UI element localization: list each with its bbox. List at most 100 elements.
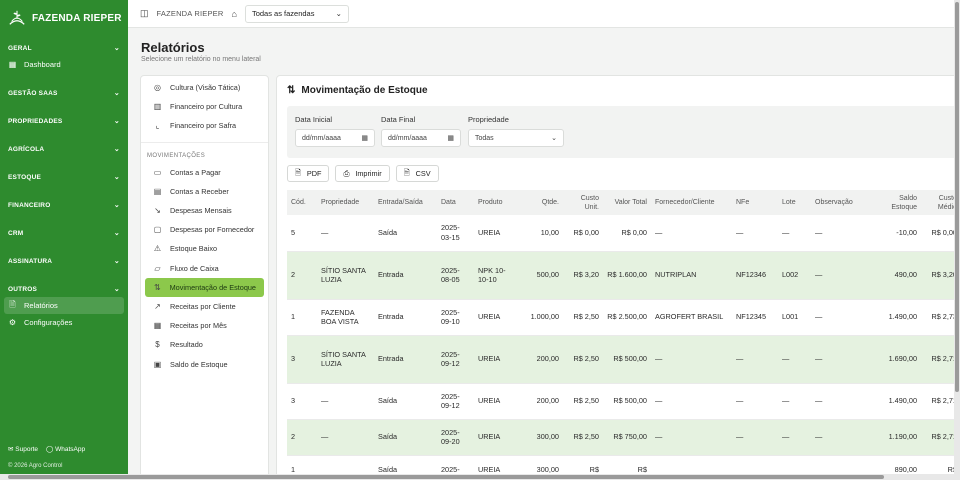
sidebar-item-gear[interactable]: ⚙ Configurações xyxy=(4,314,124,331)
copyright: © 2026 Agro Control xyxy=(8,463,63,469)
column-header[interactable]: Propriedade xyxy=(317,190,374,215)
support-link[interactable]: ✉ Suporte xyxy=(8,445,38,453)
table-row[interactable]: 5— Saída 2025-03-15 UREIA 10,00 R$ 0,00 R$ 0,0… xyxy=(287,215,959,252)
report-menu-item[interactable]: ⇅ Movimentação de Estoque xyxy=(145,277,264,297)
receipt-icon: ▤ xyxy=(153,186,162,196)
column-header[interactable]: Valor Total xyxy=(603,190,651,215)
table-cell: — xyxy=(732,383,778,420)
table-cell: 2025-08-05 xyxy=(437,251,474,300)
table-cell: R$ 2,50 xyxy=(563,335,603,384)
sidebar-section-header[interactable]: OUTROS ⌄ xyxy=(0,281,128,297)
chevron-down-icon: ⌄ xyxy=(113,230,120,237)
printer-icon: ⎙ xyxy=(343,168,350,178)
table-cell: UREIA xyxy=(474,383,518,420)
report-menu-item[interactable]: ▢ Despesas por Fornecedor xyxy=(141,220,268,239)
report-menu-item[interactable]: $ Resultado xyxy=(141,335,268,354)
home-icon[interactable]: ⌂ xyxy=(232,9,237,19)
end-date-label: Data Final xyxy=(381,115,416,124)
horizontal-scrollbar[interactable] xyxy=(0,474,954,480)
sidebar-section-header[interactable]: GESTÃO SAAS ⌄ xyxy=(0,85,128,101)
table-cell: UREIA xyxy=(474,299,518,336)
table-cell: Saída xyxy=(374,215,437,252)
sidebar-item-dashboard[interactable]: ▦ Dashboard xyxy=(4,56,124,73)
table-cell: 2025-09-12 xyxy=(437,335,474,384)
column-header[interactable]: NFe xyxy=(732,190,778,215)
report-menu-item[interactable]: ▭ Contas a Pagar xyxy=(141,163,268,182)
sidebar-section-header[interactable]: GERAL ⌄ xyxy=(0,40,128,56)
report-menu-item[interactable]: ↘ Despesas Mensais xyxy=(141,201,268,220)
column-header[interactable]: Qtde. xyxy=(518,190,563,215)
vertical-scrollbar[interactable] xyxy=(954,0,960,480)
table-cell: 3 xyxy=(287,335,317,384)
report-menu-item[interactable]: ⌞ Financeiro por Safra xyxy=(141,116,268,135)
table-cell: R$ 2,50 xyxy=(563,419,603,456)
end-date-input[interactable]: dd/mm/aaaa ▦ xyxy=(381,129,461,147)
topbar-title: FAZENDA RIEPER xyxy=(156,9,224,18)
report-menu-item[interactable]: ◎ Cultura (Visão Tática) xyxy=(141,78,268,97)
table-cell: — xyxy=(811,419,869,456)
report-menu-item[interactable]: ↗ Receitas por Cliente xyxy=(141,297,268,316)
calendar-icon[interactable]: ▦ xyxy=(361,134,368,142)
sidebar-section-header[interactable]: AGRÍCOLA ⌄ xyxy=(0,141,128,157)
sidebar-item-file[interactable]: 🗎 Relatórios xyxy=(4,297,124,314)
start-date-input[interactable]: dd/mm/aaaa ▦ xyxy=(295,129,375,147)
chevron-down-icon: ⌄ xyxy=(113,174,120,181)
farm-select[interactable]: Todas as fazendas ⌄ xyxy=(244,4,349,23)
report-menu-item[interactable]: ▱ Fluxo de Caixa xyxy=(141,259,268,278)
chevron-down-icon: ⌄ xyxy=(113,146,120,153)
whatsapp-link[interactable]: ◯ WhatsApp xyxy=(46,445,85,453)
sidebar-section-header[interactable]: CRM ⌄ xyxy=(0,225,128,241)
report-menu-item[interactable]: ▥ Financeiro por Cultura xyxy=(141,97,268,116)
table-cell: R$ 500,00 xyxy=(603,335,651,384)
column-header[interactable]: Custo Unit. xyxy=(563,190,603,215)
sidebar-toggle-icon[interactable]: ◫ xyxy=(140,8,149,19)
csv-button[interactable]: 🗎 CSV xyxy=(395,165,439,182)
table-cell: 2 xyxy=(287,419,317,456)
column-header[interactable]: Cód. xyxy=(287,190,317,215)
sidebar-section-header[interactable]: PROPRIEDADES ⌄ xyxy=(0,113,128,129)
report-menu-item[interactable]: ▣ Saldo de Estoque xyxy=(141,354,268,373)
column-header[interactable]: Lote xyxy=(778,190,811,215)
table-cell: SÍTIO SANTA LUZIA xyxy=(317,251,374,300)
table-cell: Entrada xyxy=(374,335,437,384)
sidebar-section-header[interactable]: ESTOQUE ⌄ xyxy=(0,169,128,185)
app-logo[interactable]: FAZENDA RIEPER xyxy=(8,9,122,27)
print-button[interactable]: ⎙ Imprimir xyxy=(335,165,390,182)
column-header[interactable]: Observação xyxy=(811,190,869,215)
table-row[interactable]: 2 SÍTIO SANTA LUZIA Entrada 2025-08-05 NPK 1… xyxy=(287,251,959,300)
table-cell: R$ 1.600,00 xyxy=(603,251,651,300)
calendar-icon[interactable]: ▦ xyxy=(447,134,454,142)
table-cell: — xyxy=(732,419,778,456)
column-header[interactable]: Data xyxy=(437,190,474,215)
table-cell: 2 xyxy=(287,251,317,300)
table-cell: L001 xyxy=(778,299,811,336)
chart-bar-icon: ▥ xyxy=(153,102,162,112)
column-header[interactable]: Fornecedor/Cliente xyxy=(651,190,732,215)
column-header[interactable]: Produto xyxy=(474,190,518,215)
table-row[interactable]: 3 SÍTIO SANTA LUZIA Entrada 2025-09-12 UREIA… xyxy=(287,335,959,384)
table-row[interactable]: 1 FAZENDA BOA VISTA Entrada 2025-09-10 UREIA… xyxy=(287,299,959,336)
table-cell: UREIA xyxy=(474,215,518,252)
table-cell: AGROFERT BRASIL xyxy=(651,299,732,336)
report-menu-item[interactable]: ▦ Receitas por Mês xyxy=(141,316,268,335)
table-cell: 2025-09-20 xyxy=(437,419,474,456)
report-menu-item[interactable]: ⚠ Estoque Baixo xyxy=(141,239,268,258)
property-select[interactable]: Todas ⌄ xyxy=(468,129,564,147)
table-cell: — xyxy=(732,335,778,384)
table-row[interactable]: 3— Saída 2025-09-12 UREIA 200,00 R$ 2,50 R$ 50… xyxy=(287,383,959,420)
sidebar-section-header[interactable]: FINANCEIRO ⌄ xyxy=(0,197,128,213)
property-label: Propriedade xyxy=(468,115,509,124)
table-cell: R$ 0,00 xyxy=(603,215,651,252)
table-row[interactable]: 2— Saída 2025-09-20 UREIA 300,00 R$ 2,50 R$ 75… xyxy=(287,419,959,456)
app-name: FAZENDA RIEPER xyxy=(32,12,122,24)
table-cell: Entrada xyxy=(374,251,437,300)
column-header[interactable]: Entrada/Saída xyxy=(374,190,437,215)
column-header[interactable]: Saldo Estoque xyxy=(869,190,921,215)
pdf-button[interactable]: 🗎 PDF xyxy=(287,165,330,182)
sidebar-section-header[interactable]: ASSINATURA ⌄ xyxy=(0,253,128,269)
report-menu-item[interactable]: ▤ Contas a Receber xyxy=(141,182,268,201)
page-subtitle: Selecione um relatório no menu lateral xyxy=(141,56,261,63)
report-menu: ◎ Cultura (Visão Tática) ▥ Financeiro por C… xyxy=(140,75,269,480)
report-title: ⇅ Movimentação de Estoque xyxy=(287,85,428,96)
table-cell: 1.490,00 xyxy=(869,383,921,420)
